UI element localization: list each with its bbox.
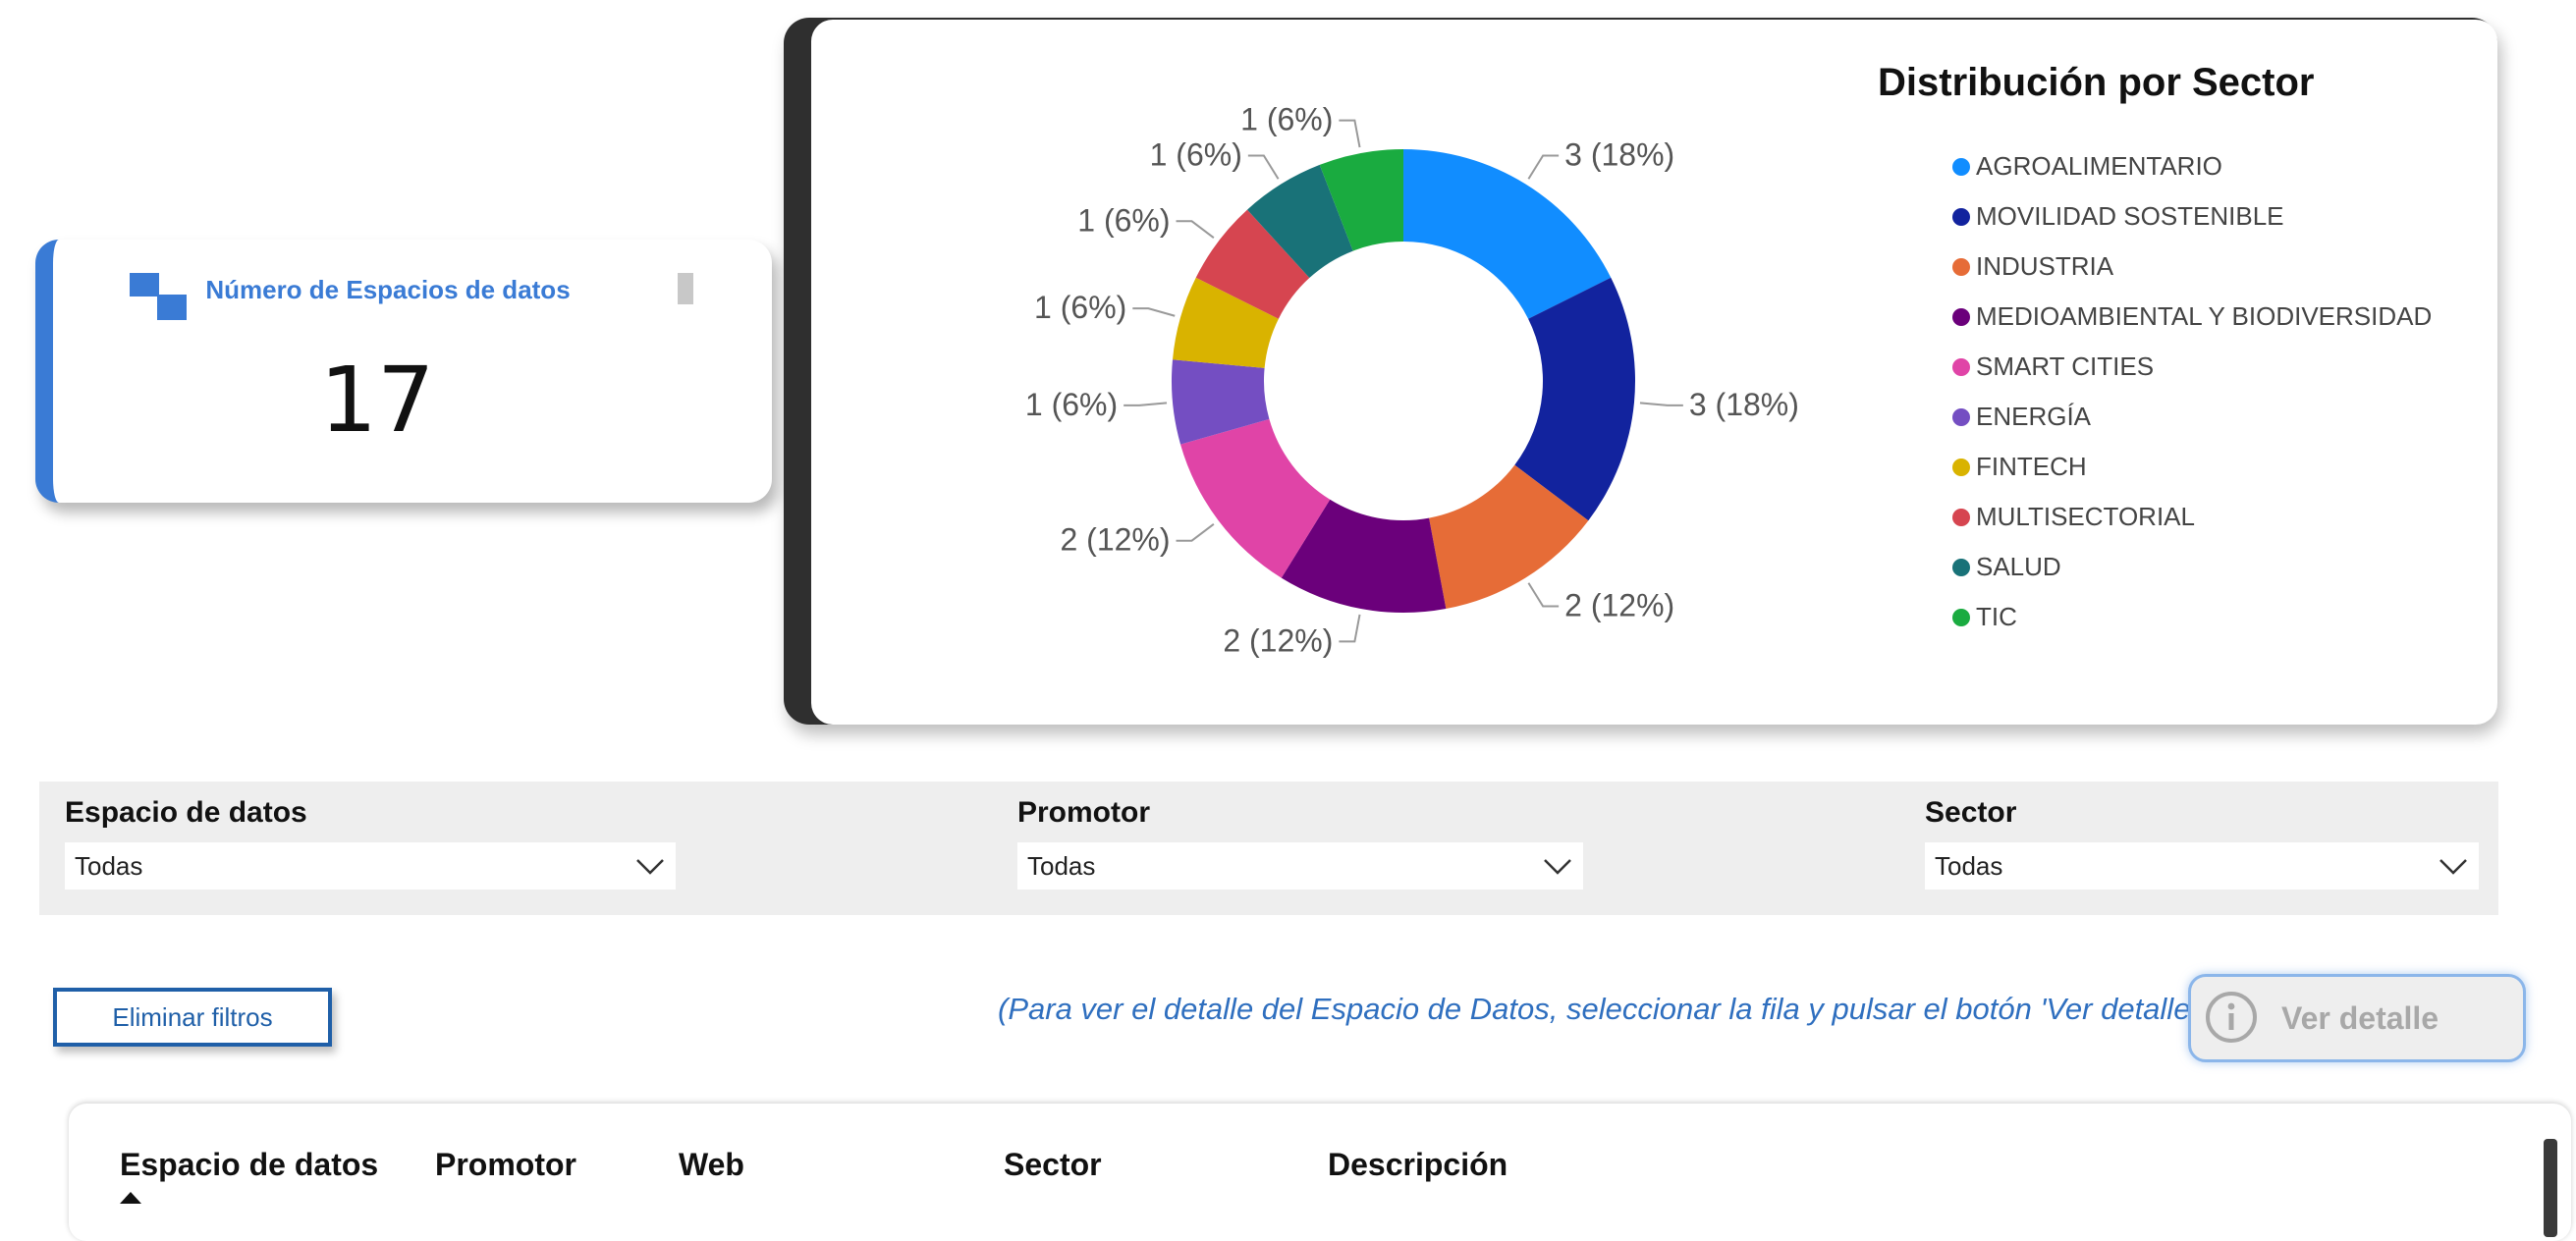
legend-item[interactable]: FINTECH (1952, 442, 2432, 492)
chevron-down-icon (2439, 859, 2467, 875)
legend-label: TIC (1976, 602, 2017, 631)
leader-line (1132, 307, 1176, 317)
chart-panel: 3 (18%) 3 (18%) 2 (12%) 2 (12%) 2 (12%) 1 (6%… (811, 20, 2497, 725)
filter-label: Espacio de datos (65, 796, 307, 829)
chart-card: 3 (18%) 3 (18%) 2 (12%) 2 (12%) 2 (12%) 1 (6%… (784, 18, 2497, 725)
leader-line (1339, 119, 1361, 148)
legend-label: INDUSTRIA (1976, 251, 2114, 281)
legend-marker (1952, 307, 1970, 326)
legend-label: FINTECH (1976, 452, 2087, 481)
legend-marker (1952, 357, 1970, 376)
leader-line (1176, 220, 1215, 239)
legend-label: MOVILIDAD SOSTENIBLE (1976, 201, 2284, 231)
data-label: 1 (6%) (1034, 290, 1126, 325)
legend-marker (1952, 407, 1970, 426)
legend-marker (1952, 207, 1970, 226)
legend-marker (1952, 257, 1970, 276)
filter-sector: Sector Todas (1925, 793, 2479, 890)
view-detail-button[interactable]: Ver detalle (2188, 974, 2526, 1062)
legend-label: SALUD (1976, 552, 2061, 581)
legend-item[interactable]: SALUD (1952, 542, 2432, 592)
filter-promotor: Promotor Todas (1017, 793, 1583, 890)
data-label: 3 (18%) (1689, 387, 1799, 422)
legend-marker (1952, 157, 1970, 176)
data-label: 2 (12%) (1564, 588, 1674, 623)
legend-marker (1952, 558, 1970, 576)
data-label: 2 (12%) (1223, 622, 1333, 658)
legend-item[interactable]: TIC (1952, 592, 2432, 642)
leader-line (1527, 154, 1560, 180)
column-header-sector[interactable]: Sector (1004, 1147, 1102, 1183)
chart-legend: AGROALIMENTARIO MOVILIDAD SOSTENIBLE INDUS… (1952, 141, 2432, 642)
legend-label: ENERGÍA (1976, 402, 2092, 431)
filter-label: Promotor (1017, 796, 1150, 829)
espacio-dropdown[interactable]: Todas (65, 842, 676, 890)
legend-item[interactable]: MULTISECTORIAL (1952, 492, 2432, 542)
data-label: 1 (6%) (1150, 136, 1242, 172)
kpi-menu-handle[interactable] (678, 273, 693, 304)
table-scrollbar[interactable] (2544, 1139, 2557, 1237)
data-label: 1 (6%) (1077, 202, 1170, 238)
legend-label: MEDIOAMBIENTAL Y BIODIVERSIDAD (1976, 301, 2433, 331)
legend-marker (1952, 458, 1970, 476)
dataset-icon (130, 273, 189, 322)
leader-line (1124, 402, 1168, 406)
sector-dropdown[interactable]: Todas (1925, 842, 2479, 890)
legend-label: MULTISECTORIAL (1976, 502, 2195, 531)
leader-line (1339, 614, 1361, 643)
leader-line (1527, 582, 1560, 608)
dropdown-value: Todas (1935, 851, 2003, 881)
clear-filters-button[interactable]: Eliminar filtros (53, 988, 332, 1047)
promotor-dropdown[interactable]: Todas (1017, 842, 1583, 890)
legend-item[interactable]: ENERGÍA (1952, 392, 2432, 442)
data-label: 3 (18%) (1564, 136, 1674, 172)
legend-item[interactable]: SMART CITIES (1952, 342, 2432, 392)
chevron-down-icon (636, 859, 664, 875)
data-label: 2 (12%) (1060, 522, 1170, 558)
chevron-down-icon (1544, 859, 1571, 875)
legend-item[interactable]: MEDIOAMBIENTAL Y BIODIVERSIDAD (1952, 292, 2432, 342)
dropdown-value: Todas (75, 851, 143, 881)
view-detail-label: Ver detalle (2281, 1000, 2439, 1036)
data-label: 1 (6%) (1025, 387, 1118, 422)
data-table: Espacio de datos Promotor Web Sector Des… (69, 1104, 2571, 1241)
leader-line (1639, 402, 1683, 406)
legend-item[interactable]: AGROALIMENTARIO (1952, 141, 2432, 191)
data-label: 1 (6%) (1240, 102, 1333, 137)
sort-ascending-icon (120, 1192, 141, 1204)
leader-line (1176, 523, 1215, 542)
chart-title: Distribución por Sector (1878, 61, 2315, 104)
filter-label: Sector (1925, 796, 2017, 829)
column-header-espacio[interactable]: Espacio de datos (120, 1147, 378, 1183)
info-icon (2206, 992, 2257, 1043)
leader-line (1247, 154, 1280, 180)
detail-hint: (Para ver el detalle del Espacio de Dato… (998, 992, 2213, 1026)
column-header-web[interactable]: Web (679, 1147, 744, 1183)
filter-bar: Espacio de datos Todas Promotor Todas Se… (39, 782, 2498, 915)
legend-marker (1952, 508, 1970, 526)
legend-marker (1952, 608, 1970, 626)
filter-espacio: Espacio de datos Todas (65, 793, 676, 890)
legend-label: SMART CITIES (1976, 351, 2155, 381)
kpi-title: Número de Espacios de datos (205, 275, 571, 304)
column-header-descripcion[interactable]: Descripción (1328, 1147, 1507, 1183)
legend-item[interactable]: INDUSTRIA (1952, 242, 2432, 292)
legend-item[interactable]: MOVILIDAD SOSTENIBLE (1952, 191, 2432, 242)
column-header-promotor[interactable]: Promotor (435, 1147, 576, 1183)
kpi-card: Número de Espacios de datos 17 (35, 240, 772, 503)
legend-label: AGROALIMENTARIO (1976, 151, 2222, 181)
kpi-value: 17 (319, 348, 435, 453)
dropdown-value: Todas (1027, 851, 1096, 881)
